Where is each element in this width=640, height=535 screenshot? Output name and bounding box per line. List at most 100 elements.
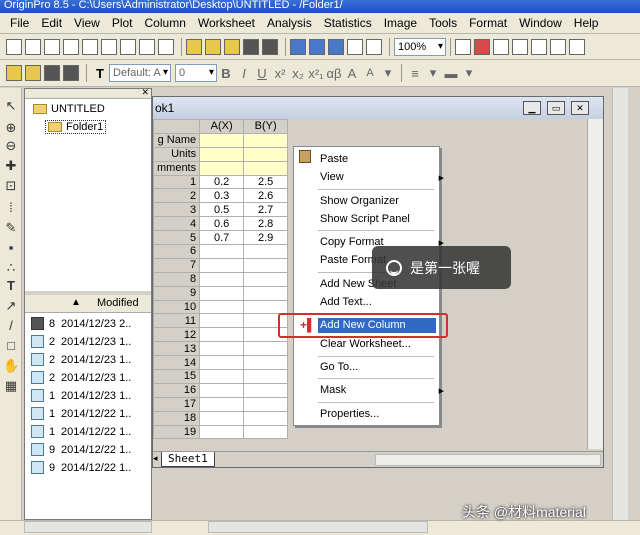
menu-tools[interactable]: Tools xyxy=(423,13,463,34)
row-header[interactable]: 2 xyxy=(152,188,201,204)
row-header[interactable]: g Name xyxy=(152,132,201,148)
data-cell[interactable] xyxy=(243,382,289,398)
fill-color-icon[interactable]: ▾ xyxy=(424,65,442,81)
data-cell[interactable] xyxy=(199,410,245,426)
increase-font-button[interactable]: A xyxy=(343,66,361,81)
duplicate-icon[interactable] xyxy=(366,38,382,55)
explorer-horizontal-scrollbar[interactable] xyxy=(24,521,152,533)
close-icon[interactable]: ✕ xyxy=(141,87,149,98)
layer-icon[interactable] xyxy=(6,65,22,81)
row-header[interactable]: 4 xyxy=(152,216,201,232)
data-cell[interactable] xyxy=(243,369,289,384)
row-header[interactable]: 1 xyxy=(152,174,201,190)
data-cell[interactable] xyxy=(199,396,245,412)
menu-help[interactable]: Help xyxy=(568,13,605,34)
meta-cell[interactable] xyxy=(199,160,245,176)
row-header[interactable]: 3 xyxy=(152,202,201,218)
menu-view[interactable]: View xyxy=(68,13,106,34)
menu-statistics[interactable]: Statistics xyxy=(318,13,378,34)
data-cell[interactable] xyxy=(243,244,289,259)
bold-button[interactable]: B xyxy=(217,66,235,81)
import-wizard-icon[interactable] xyxy=(328,38,344,55)
data-cell[interactable]: 0.7 xyxy=(199,230,245,246)
menu-format[interactable]: Format xyxy=(463,13,513,34)
menu-column[interactable]: Column xyxy=(139,13,192,34)
menu-window[interactable]: Window xyxy=(513,13,568,34)
meta-cell[interactable] xyxy=(243,132,289,148)
row-header[interactable]: 15 xyxy=(152,369,201,384)
zoom-select[interactable]: 100% xyxy=(394,37,446,56)
open-template-icon[interactable] xyxy=(205,38,221,55)
underline-button[interactable]: U xyxy=(253,66,271,81)
data-cell[interactable] xyxy=(199,424,245,440)
save-template-icon[interactable] xyxy=(262,38,278,55)
menu-item-go-to[interactable]: Go To... xyxy=(320,361,358,373)
data-cell[interactable] xyxy=(199,327,245,343)
tree-folder1[interactable]: Folder1 xyxy=(45,120,107,134)
data-cell[interactable] xyxy=(243,271,289,287)
restore-button[interactable]: ▭ xyxy=(547,101,565,115)
tab-sheet1[interactable]: Sheet1 xyxy=(161,452,215,467)
row-header[interactable]: 6 xyxy=(152,244,201,259)
import-ascii-icon[interactable] xyxy=(290,38,306,55)
camera-icon[interactable] xyxy=(44,65,60,81)
video-icon[interactable] xyxy=(63,65,79,81)
zoom-out-icon[interactable]: ⊖ xyxy=(3,138,19,154)
new-project-icon[interactable] xyxy=(6,38,22,55)
data-reader-icon[interactable]: ⊡ xyxy=(3,178,19,194)
menu-item-show-organizer[interactable]: Show Organizer xyxy=(320,195,399,207)
new-workbook-icon[interactable] xyxy=(44,38,60,55)
meta-cell[interactable] xyxy=(199,132,245,148)
menu-image[interactable]: Image xyxy=(378,13,423,34)
region-icon[interactable]: ▦ xyxy=(3,378,19,394)
row-header[interactable]: 12 xyxy=(152,327,201,343)
decrease-font-button[interactable]: A xyxy=(361,67,379,79)
scatter-draw-icon[interactable]: ∴ xyxy=(3,260,19,276)
supersubscript-button[interactable]: x²₁ xyxy=(307,66,325,81)
font-select[interactable]: Default: A xyxy=(109,64,171,82)
meta-cell[interactable] xyxy=(243,146,289,162)
data-cell[interactable]: 0.3 xyxy=(199,188,245,204)
data-cell[interactable] xyxy=(243,257,289,273)
font-color-icon[interactable]: ▾ xyxy=(379,65,397,81)
greek-button[interactable]: αβ xyxy=(325,66,343,81)
new-matrix-icon[interactable] xyxy=(101,38,117,55)
close-button[interactable]: ✕ xyxy=(571,101,589,115)
data-cell[interactable] xyxy=(199,313,245,329)
line-tool-icon[interactable]: / xyxy=(3,318,19,334)
workbook-vertical-scrollbar[interactable] xyxy=(587,119,603,449)
column-header-a[interactable]: A(X) xyxy=(199,119,245,134)
data-cell[interactable]: 2.5 xyxy=(243,174,289,190)
open-excel-icon[interactable] xyxy=(224,38,240,55)
save-icon[interactable] xyxy=(243,38,259,55)
draw-data-icon[interactable]: ✎ xyxy=(3,220,19,236)
main-vertical-scrollbar[interactable] xyxy=(612,88,628,520)
data-cell[interactable] xyxy=(199,244,245,259)
data-selector-icon[interactable]: ⁞ xyxy=(3,200,19,216)
data-cell[interactable]: 0.2 xyxy=(199,174,245,190)
new-folder-icon[interactable] xyxy=(25,38,41,55)
list-item[interactable]: 2 2014/12/23 1.. xyxy=(31,351,131,368)
data-cell[interactable] xyxy=(199,271,245,287)
screen-reader-icon[interactable]: ✚ xyxy=(3,158,19,174)
tab-scroll-icon[interactable]: ◂ xyxy=(153,453,158,464)
row-header[interactable]: 7 xyxy=(152,257,201,273)
row-header[interactable]: 18 xyxy=(152,410,201,426)
new-function-icon[interactable] xyxy=(120,38,136,55)
new-graph-icon[interactable] xyxy=(82,38,98,55)
list-item[interactable]: 2 2014/12/23 1.. xyxy=(31,333,131,350)
row-header[interactable]: 14 xyxy=(152,355,201,371)
hand-icon[interactable]: ✋ xyxy=(3,358,19,374)
arrow-tool-icon[interactable]: ↗ xyxy=(3,298,19,314)
row-header[interactable]: 16 xyxy=(152,382,201,398)
menu-file[interactable]: File xyxy=(4,13,35,34)
row-header[interactable]: 17 xyxy=(152,396,201,412)
data-cell[interactable]: 0.5 xyxy=(199,202,245,218)
project-explorer-icon[interactable] xyxy=(550,38,566,55)
data-cell[interactable] xyxy=(243,299,289,315)
row-header[interactable]: 10 xyxy=(152,299,201,315)
row-header[interactable]: 5 xyxy=(152,230,201,246)
menu-plot[interactable]: Plot xyxy=(106,13,139,34)
arrow-style-icon[interactable]: ▾ xyxy=(460,65,478,81)
menu-analysis[interactable]: Analysis xyxy=(261,13,318,34)
